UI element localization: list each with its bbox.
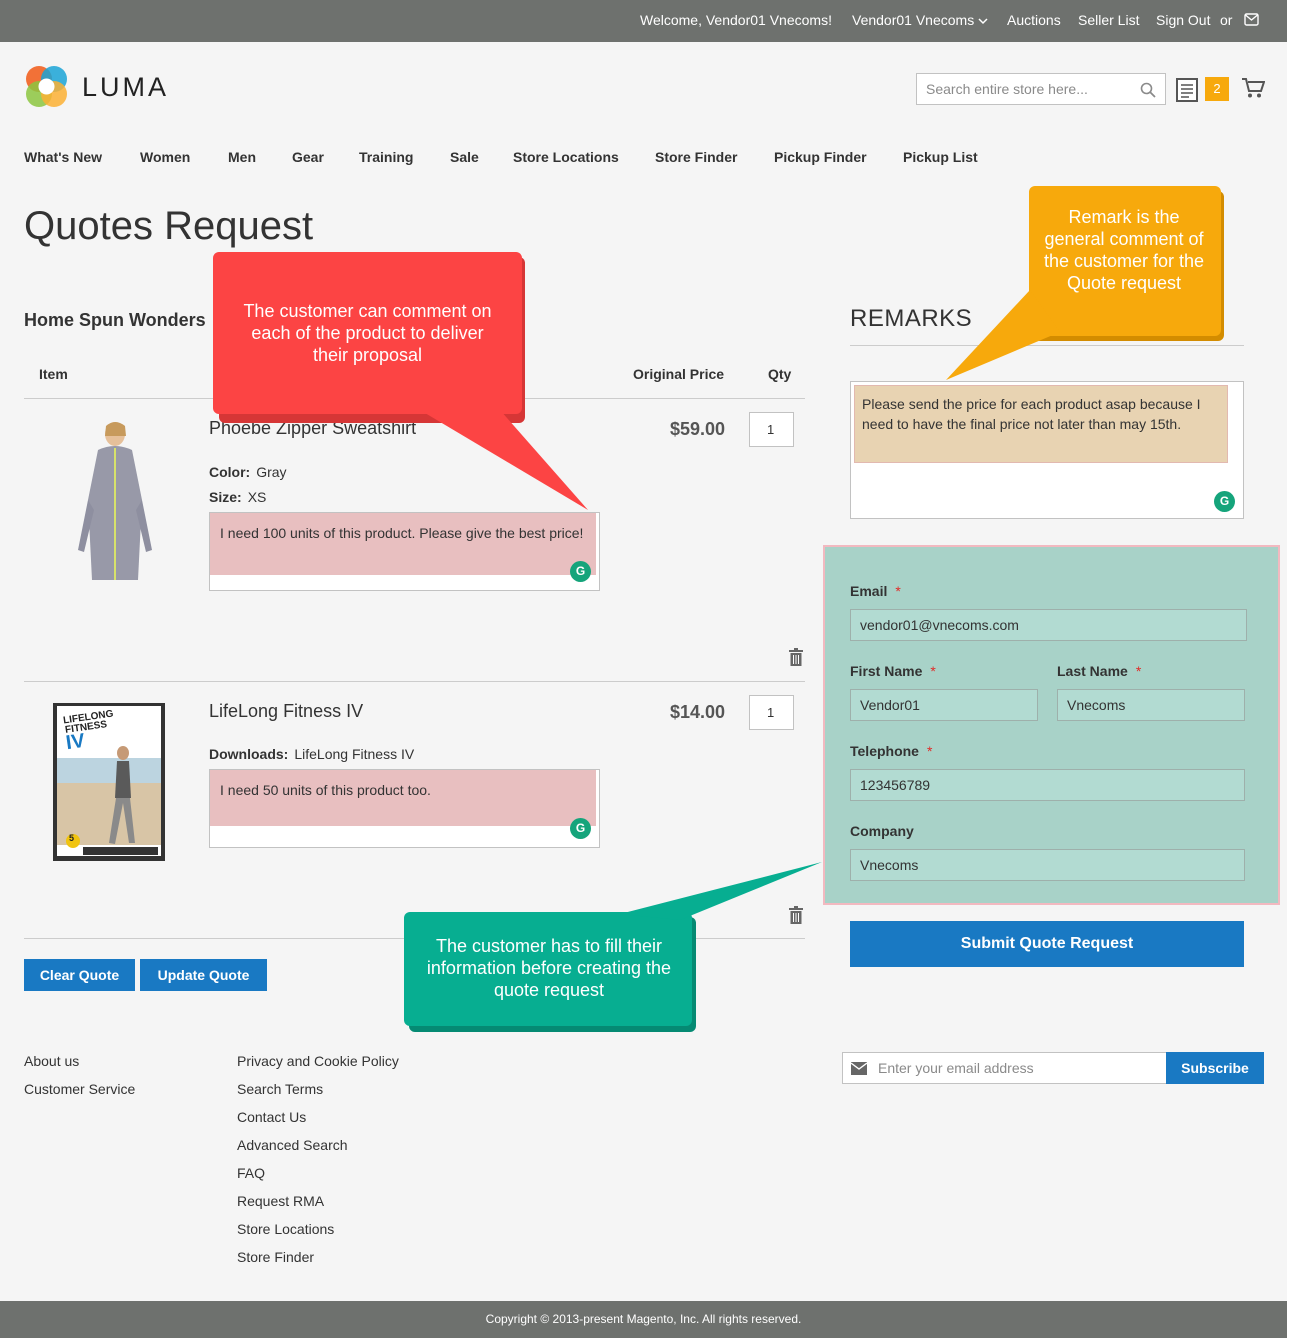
footer-link-store-locations[interactable]: Store Locations bbox=[237, 1221, 334, 1237]
footer-link-advanced-search[interactable]: Advanced Search bbox=[237, 1137, 348, 1153]
subscribe-button[interactable]: Subscribe bbox=[1166, 1052, 1264, 1084]
footer-link-contact[interactable]: Contact Us bbox=[237, 1109, 306, 1125]
footer-link-faq[interactable]: FAQ bbox=[237, 1165, 265, 1181]
callout-green-text: The customer has to fill their informati… bbox=[426, 936, 672, 1000]
footer-link-rma[interactable]: Request RMA bbox=[237, 1193, 324, 1209]
newsletter-box[interactable] bbox=[842, 1052, 1167, 1084]
envelope-icon bbox=[851, 1062, 867, 1075]
footer-link-privacy[interactable]: Privacy and Cookie Policy bbox=[237, 1053, 399, 1069]
footer-link-store-finder[interactable]: Store Finder bbox=[237, 1249, 314, 1265]
footer-link-customer-service[interactable]: Customer Service bbox=[24, 1081, 135, 1097]
callout-green bbox=[404, 862, 822, 1032]
newsletter-email-input[interactable] bbox=[878, 1053, 1158, 1083]
footer-link-about[interactable]: About us bbox=[24, 1053, 79, 1069]
footer-link-search-terms[interactable]: Search Terms bbox=[237, 1081, 323, 1097]
copyright-bar: Copyright © 2013-present Magento, Inc. A… bbox=[0, 1301, 1287, 1338]
